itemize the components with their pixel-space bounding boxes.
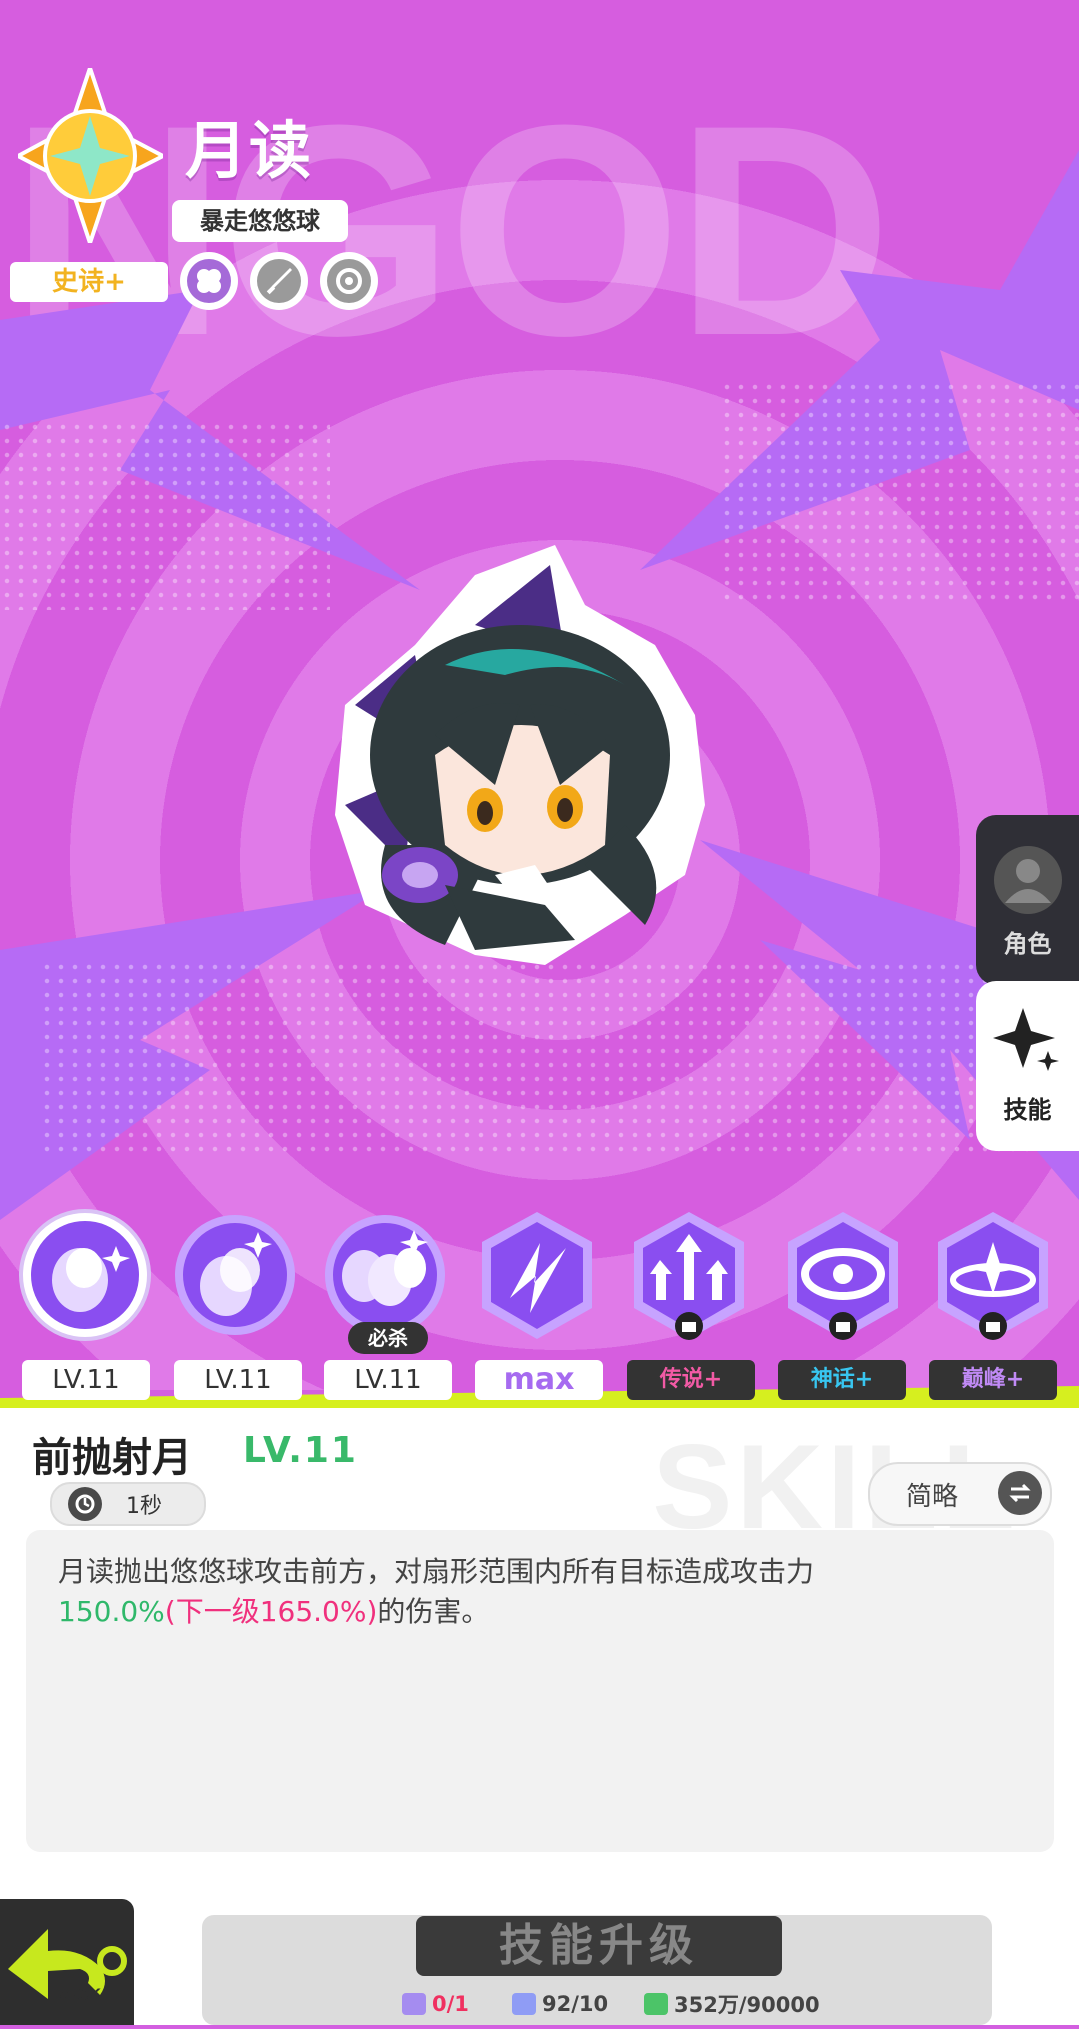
cash-icon: [644, 1993, 668, 2015]
slash-skill-icon[interactable]: [470, 1208, 605, 1343]
epic-rank-emblem: [18, 68, 163, 243]
arrows-up-skill-icon[interactable]: [622, 1208, 757, 1343]
sword-icon[interactable]: [250, 252, 308, 310]
upgrade-label: 技能升级: [416, 1916, 782, 1976]
back-arrow-icon: [8, 1929, 127, 1999]
cost-cash: 352万/90000: [644, 1987, 820, 2021]
cooldown-value: 1秒: [126, 1494, 162, 1519]
tab-role-label: 角色: [1003, 930, 1052, 958]
back-label: BACK: [52, 1985, 102, 2004]
skill-name: 前抛射月: [32, 1435, 192, 1481]
simple-mode-toggle[interactable]: 简略: [868, 1462, 1052, 1526]
halftone-dots-right: [720, 380, 1079, 600]
star-orbit-skill-icon[interactable]: [926, 1208, 1061, 1343]
side-tabs: 角色 技能: [976, 815, 1079, 1151]
halftone-dots-bottom: [40, 960, 1040, 1160]
desc-current-value: 150.0%: [58, 1595, 165, 1628]
cost-book: 92/10: [512, 1987, 608, 2021]
skill-tier-myth[interactable]: 神话+: [778, 1360, 906, 1400]
sparkle-icon: [992, 1008, 1059, 1071]
skill-description: 月读抛出悠悠球攻击前方，对扇形范围内所有目标造成攻击力 150.0%(下一级16…: [26, 1530, 1054, 1852]
weapon-tag: 暴走悠悠球: [172, 200, 348, 242]
ultimate-tag: 必杀: [348, 1322, 428, 1354]
swap-arrows-icon: [998, 1471, 1042, 1515]
tab-skill[interactable]: 技能: [976, 981, 1079, 1151]
character-sprite: [335, 545, 705, 965]
skill-level-4[interactable]: max: [475, 1360, 603, 1400]
skill-level-2[interactable]: LV.11: [174, 1360, 302, 1400]
timer-icon: [68, 1487, 102, 1521]
cost-scroll-value: 0/1: [432, 1992, 469, 2016]
scroll-icon: [402, 1993, 426, 2015]
skill-tier-peak[interactable]: 巅峰+: [929, 1360, 1057, 1400]
cost-cash-value: 352万/90000: [674, 1993, 820, 2017]
ring-target-icon[interactable]: [320, 252, 378, 310]
skill-level-1[interactable]: LV.11: [22, 1360, 150, 1400]
toggle-label: 简略: [906, 1481, 959, 1512]
person-icon: [993, 846, 1062, 914]
skill-tier-legend[interactable]: 传说+: [627, 1360, 755, 1400]
rarity-tag: 史诗+: [10, 262, 168, 302]
yoyo-skill-icon-1[interactable]: [18, 1208, 153, 1343]
book-icon: [512, 1993, 536, 2015]
back-button[interactable]: BACK: [0, 1895, 148, 2025]
desc-next-value: (下一级165.0%): [164, 1595, 378, 1628]
halftone-dots-left: [0, 420, 330, 610]
cooldown-badge: 1秒: [50, 1482, 206, 1526]
yoyo-skill-icon-2[interactable]: [168, 1208, 303, 1343]
tab-role[interactable]: 角色: [976, 815, 1079, 985]
tab-skill-label: 技能: [1003, 1096, 1052, 1124]
hero-name: 月读: [185, 114, 314, 187]
clover-icon[interactable]: [180, 252, 238, 310]
vortex-skill-icon[interactable]: [776, 1208, 911, 1343]
cost-book-value: 92/10: [542, 1992, 609, 2016]
cost-scroll: 0/1: [402, 1987, 469, 2021]
skill-level: LV.11: [243, 1430, 358, 1471]
desc-prefix: 月读抛出悠悠球攻击前方，对扇形范围内所有目标造成攻击力: [58, 1555, 815, 1588]
desc-suffix: 的伤害。: [377, 1595, 490, 1628]
skill-level-3[interactable]: LV.11: [324, 1360, 452, 1400]
